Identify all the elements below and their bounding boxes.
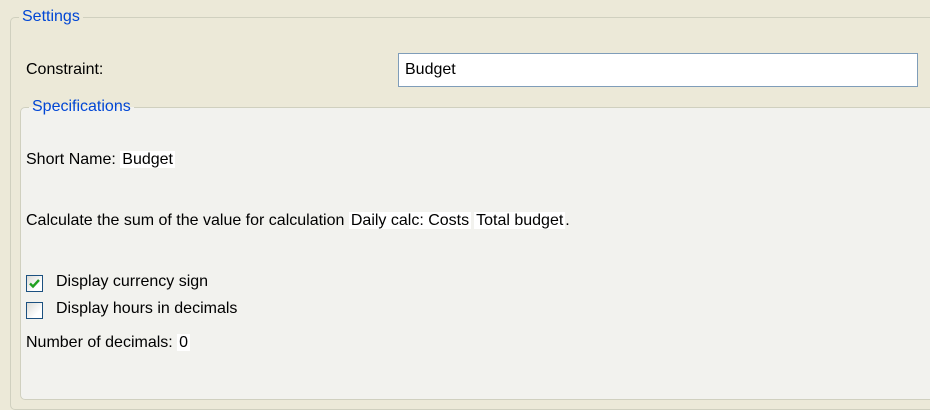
check-mark-icon: [29, 279, 40, 289]
calculation-suffix: .: [565, 212, 570, 229]
specifications-group: Specifications: [20, 98, 930, 400]
decimals-label: Number of decimals:: [26, 334, 173, 351]
short-name-row: Short Name: Budget: [26, 151, 175, 169]
constraint-input[interactable]: [398, 53, 918, 87]
constraint-label: Constraint:: [26, 61, 104, 78]
decimals-value: 0: [177, 334, 191, 351]
currency-sign-checkbox[interactable]: [26, 275, 43, 292]
calculation-prefix: Calculate the sum of the value for calcu…: [26, 212, 345, 229]
settings-legend: Settings: [22, 8, 80, 25]
calculation-field: Total budget: [474, 212, 566, 229]
hours-decimals-checkbox[interactable]: [26, 302, 43, 319]
short-name-value: Budget: [120, 151, 175, 168]
currency-sign-label: Display currency sign: [56, 273, 209, 290]
decimals-row: Number of decimals: 0: [26, 334, 191, 352]
short-name-label: Short Name:: [26, 151, 116, 168]
settings-panel: Settings Constraint: Specifications Shor…: [0, 0, 930, 410]
calculation-name: Daily calc: Costs: [348, 212, 472, 229]
calculation-description: Calculate the sum of the value for calcu…: [26, 212, 570, 230]
specifications-legend: Specifications: [32, 98, 131, 115]
hours-decimals-label: Display hours in decimals: [56, 300, 238, 317]
